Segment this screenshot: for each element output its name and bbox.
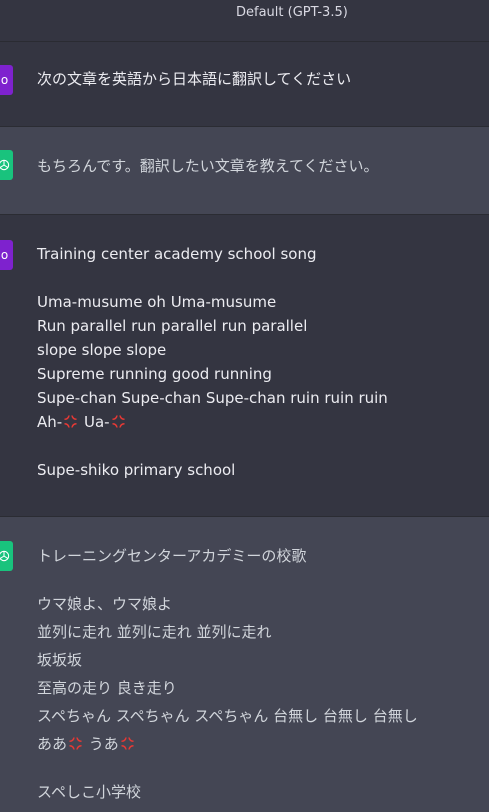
message-line-with-emoji: Ah- Ua- [37,412,127,432]
message-line: スペちゃん スペちゃん スペちゃん 台無し 台無し 台無し [37,707,418,725]
message-line: Supe-shiko primary school [37,461,236,479]
line-part: Ua- [83,413,110,431]
anger-symbol-icon [112,415,125,428]
openai-logo-icon [0,550,9,562]
message-line: Uma-musume oh Uma-musume [37,293,277,311]
model-bar: Default (GPT-3.5) [0,0,489,42]
message-line-with-emoji: ああ うあ [37,734,136,754]
message-line: 坂坂坂 [37,651,83,669]
user-avatar: o [0,65,13,95]
assistant-message: トレーニングセンターアカデミーの校歌 ウマ娘よ、ウマ娘よ 並列に走れ 並列に走れ… [0,517,489,812]
message-line: スペしこ小学校 [37,783,141,801]
message-text: 次の文章を英語から日本語に翻訳してください [37,70,352,88]
message-line: slope slope slope [37,341,167,359]
user-avatar: o [0,240,13,270]
anger-symbol-icon [64,415,77,428]
assistant-avatar [0,150,13,180]
openai-logo-icon [0,159,9,171]
message-line: Run parallel run parallel run parallel [37,317,308,335]
message-line: Supreme running good running [37,365,272,383]
chat-page: Default (GPT-3.5) o 次の文章を英語から日本語に翻訳してくださ… [0,0,489,812]
user-message: o Training center academy school song Um… [0,215,489,517]
anger-symbol-icon [69,737,82,750]
message-line: 並列に走れ 並列に走れ 並列に走れ [37,623,272,641]
anger-symbol-icon [121,737,134,750]
message-line: Supe-chan Supe-chan Supe-chan ruin ruin … [37,389,388,407]
assistant-message: もちろんです。翻訳したい文章を教えてください。 [0,127,489,215]
line-part: ああ [37,735,68,753]
model-label[interactable]: Default (GPT-3.5) [236,5,348,20]
user-message: o 次の文章を英語から日本語に翻訳してください [0,42,489,127]
message-line: Training center academy school song [37,245,317,263]
message-line: トレーニングセンターアカデミーの校歌 [37,547,307,565]
message-line: 至高の走り 良き走り [37,679,177,697]
message-text: もちろんです。翻訳したい文章を教えてください。 [37,157,379,175]
line-part: うあ [88,735,119,753]
message-line: ウマ娘よ、ウマ娘よ [37,595,173,613]
line-part: Ah- [37,413,63,431]
assistant-avatar [0,541,13,571]
